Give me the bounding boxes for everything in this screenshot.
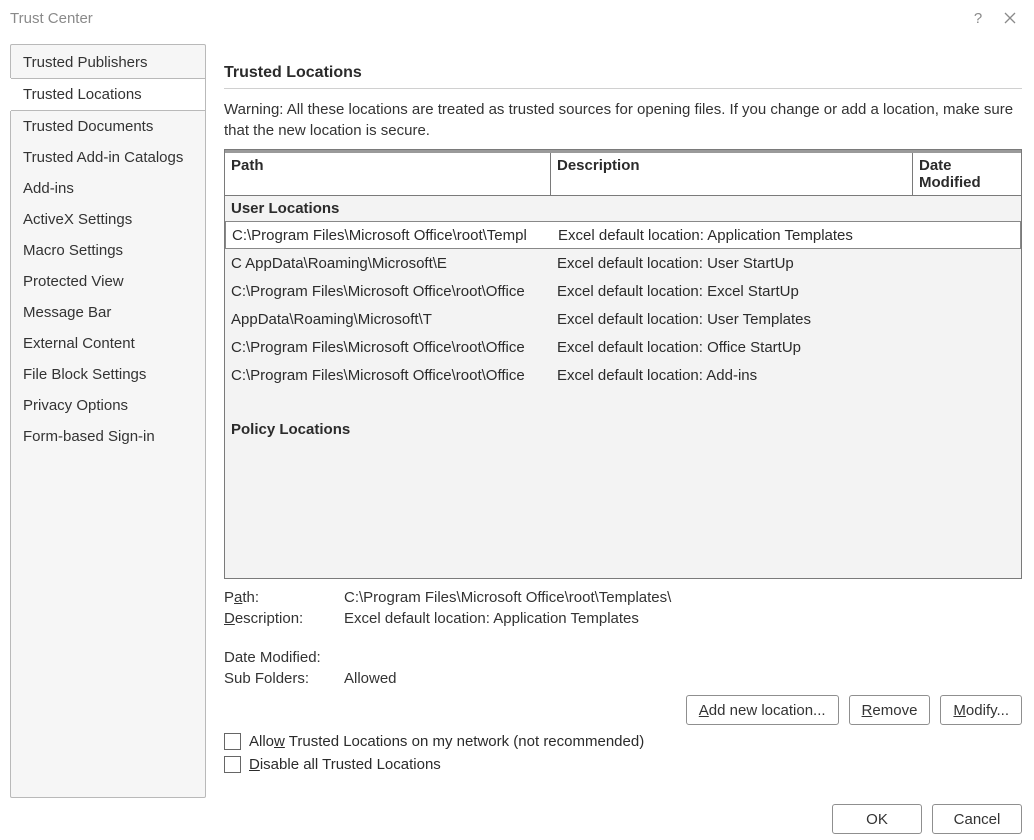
cell-description: Excel default location: User Templates (551, 311, 913, 328)
group-policy-locations: Policy Locations (225, 417, 1021, 442)
panel-heading: Trusted Locations (224, 64, 1022, 82)
disable-all-checkbox[interactable]: Disable all Trusted Locations (224, 756, 1022, 773)
nav-trusted-addin-catalogs[interactable]: Trusted Add-in Catalogs (11, 142, 205, 173)
detail-path-value: C:\Program Files\Microsoft Office\root\T… (344, 589, 671, 606)
detail-date-label: Date Modified: (224, 649, 344, 666)
nav-trusted-locations[interactable]: Trusted Locations (11, 78, 206, 111)
disable-all-label: Disable all Trusted Locations (249, 756, 441, 773)
nav-protected-view[interactable]: Protected View (11, 266, 205, 297)
checkbox-icon (224, 756, 241, 773)
help-button[interactable]: ? (962, 2, 994, 34)
cell-description: Excel default location: Application Temp… (552, 227, 912, 244)
detail-subfolders-label: Sub Folders: (224, 670, 344, 687)
selection-details: Path: C:\Program Files\Microsoft Office\… (224, 589, 1022, 687)
locations-table: Path Description Date Modified User Loca… (224, 149, 1022, 579)
table-row[interactable]: C:\Program Files\Microsoft Office\root\T… (225, 221, 1021, 249)
cell-description: Excel default location: User StartUp (551, 255, 913, 272)
col-header-description[interactable]: Description (551, 153, 913, 195)
nav-macro-settings[interactable]: Macro Settings (11, 235, 205, 266)
table-row[interactable]: C:\Program Files\Microsoft Office\root\O… (225, 361, 1021, 389)
nav-add-ins[interactable]: Add-ins (11, 173, 205, 204)
nav-privacy-options[interactable]: Privacy Options (11, 390, 205, 421)
dialog-footer: OK Cancel (0, 796, 1034, 834)
detail-description-value: Excel default location: Application Temp… (344, 610, 639, 627)
table-header: Path Description Date Modified (225, 150, 1021, 196)
detail-description-label: Description: (224, 610, 344, 627)
nav-external-content[interactable]: External Content (11, 328, 205, 359)
table-row[interactable]: C AppData\Roaming\Microsoft\E Excel defa… (225, 249, 1021, 277)
ok-button[interactable]: OK (832, 804, 922, 834)
title-bar: Trust Center ? (0, 0, 1034, 36)
nav-message-bar[interactable]: Message Bar (11, 297, 205, 328)
nav-trusted-documents[interactable]: Trusted Documents (11, 111, 205, 142)
cell-path: C:\Program Files\Microsoft Office\root\O… (225, 367, 551, 384)
table-row[interactable]: C:\Program Files\Microsoft Office\root\O… (225, 277, 1021, 305)
nav-form-based-sign-in[interactable]: Form-based Sign-in (11, 421, 205, 452)
group-user-locations: User Locations (225, 196, 1021, 221)
add-new-location-button[interactable]: Add new location... (686, 695, 839, 725)
main-panel: Trusted Locations Warning: All these loc… (224, 44, 1024, 796)
allow-network-label: Allow Trusted Locations on my network (n… (249, 733, 644, 750)
window-title: Trust Center (10, 10, 93, 27)
cell-path: C:\Program Files\Microsoft Office\root\O… (225, 339, 551, 356)
cell-path: AppData\Roaming\Microsoft\T (225, 311, 551, 328)
detail-subfolders-value: Allowed (344, 670, 397, 687)
category-nav: Trusted Publishers Trusted Locations Tru… (10, 44, 206, 798)
nav-file-block-settings[interactable]: File Block Settings (11, 359, 205, 390)
close-button[interactable] (994, 2, 1026, 34)
modify-button[interactable]: Modify... (940, 695, 1022, 725)
checkbox-icon (224, 733, 241, 750)
remove-button[interactable]: Remove (849, 695, 931, 725)
warning-text: Warning: All these locations are treated… (224, 99, 1022, 141)
cell-description: Excel default location: Excel StartUp (551, 283, 913, 300)
cell-path: C AppData\Roaming\Microsoft\E (225, 255, 551, 272)
col-header-path[interactable]: Path (225, 153, 551, 195)
close-icon (1004, 12, 1016, 24)
allow-network-checkbox[interactable]: Allow Trusted Locations on my network (n… (224, 733, 1022, 750)
col-header-date-modified[interactable]: Date Modified (913, 153, 1021, 195)
heading-separator (224, 88, 1022, 89)
nav-activex-settings[interactable]: ActiveX Settings (11, 204, 205, 235)
cell-path: C:\Program Files\Microsoft Office\root\T… (226, 227, 552, 244)
table-row[interactable]: C:\Program Files\Microsoft Office\root\O… (225, 333, 1021, 361)
cell-path: C:\Program Files\Microsoft Office\root\O… (225, 283, 551, 300)
cell-description: Excel default location: Office StartUp (551, 339, 913, 356)
cell-description: Excel default location: Add-ins (551, 367, 913, 384)
nav-trusted-publishers[interactable]: Trusted Publishers (11, 47, 205, 78)
table-row[interactable]: AppData\Roaming\Microsoft\T Excel defaul… (225, 305, 1021, 333)
cancel-button[interactable]: Cancel (932, 804, 1022, 834)
detail-path-label: Path: (224, 589, 344, 606)
